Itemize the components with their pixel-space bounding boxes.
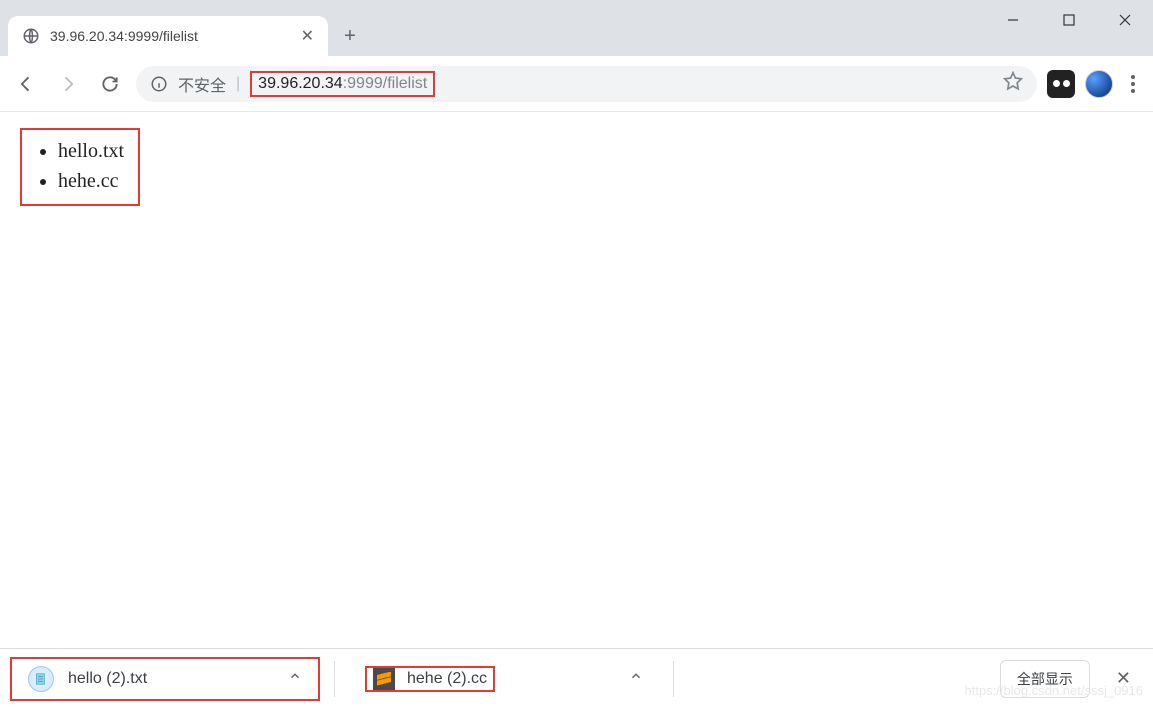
profile-avatar[interactable]: [1085, 70, 1113, 98]
notepad-icon: [28, 666, 54, 692]
url-path: /filelist: [383, 75, 427, 93]
downloads-bar: hello (2).txt hehe (2).cc 全部显示 ✕: [0, 648, 1153, 708]
window-controls: [985, 0, 1153, 40]
sublime-icon: [373, 668, 395, 690]
page-content: hello.txt hehe.cc: [0, 112, 1153, 222]
globe-icon: [22, 27, 40, 45]
not-secure-label: 不安全: [178, 72, 226, 96]
extension-icon[interactable]: [1047, 70, 1075, 98]
maximize-button[interactable]: [1041, 0, 1097, 40]
forward-button[interactable]: [52, 68, 84, 100]
url-host: 39.96.20.34: [258, 75, 343, 93]
bookmark-star-icon[interactable]: [1003, 71, 1023, 96]
tab-title: 39.96.20.34:9999/filelist: [50, 28, 291, 44]
close-window-button[interactable]: [1097, 0, 1153, 40]
reload-button[interactable]: [94, 68, 126, 100]
new-tab-button[interactable]: +: [334, 20, 366, 52]
file-list: hello.txt hehe.cc: [32, 136, 124, 196]
download-item[interactable]: hehe (2).cc: [349, 657, 659, 701]
url-display: 39.96.20.34:9999/filelist: [250, 71, 435, 97]
url-port: :9999: [343, 75, 383, 93]
browser-menu-button[interactable]: [1123, 75, 1143, 93]
file-list-highlight: hello.txt hehe.cc: [20, 128, 140, 206]
download-filename: hehe (2).cc: [407, 670, 487, 688]
back-button[interactable]: [10, 68, 42, 100]
show-all-downloads-button[interactable]: 全部显示: [1000, 660, 1090, 698]
minimize-button[interactable]: [985, 0, 1041, 40]
tab-strip: 39.96.20.34:9999/filelist ✕ +: [0, 0, 1153, 56]
file-link[interactable]: hello.txt: [58, 136, 124, 166]
close-downloads-bar-icon[interactable]: ✕: [1104, 668, 1143, 689]
close-tab-icon[interactable]: ✕: [301, 26, 314, 46]
browser-tab[interactable]: 39.96.20.34:9999/filelist ✕: [8, 16, 328, 56]
info-icon[interactable]: [150, 75, 168, 93]
separator: [334, 661, 335, 697]
chevron-up-icon[interactable]: [288, 669, 302, 688]
divider: |: [236, 75, 240, 93]
browser-toolbar: 不安全 | 39.96.20.34:9999/filelist: [0, 56, 1153, 112]
download-icon-highlight: hehe (2).cc: [365, 666, 495, 692]
download-item[interactable]: hello (2).txt: [10, 657, 320, 701]
separator: [673, 661, 674, 697]
download-filename: hello (2).txt: [68, 670, 274, 688]
address-bar[interactable]: 不安全 | 39.96.20.34:9999/filelist: [136, 66, 1037, 102]
chevron-up-icon[interactable]: [629, 669, 643, 688]
file-link[interactable]: hehe.cc: [58, 166, 124, 196]
